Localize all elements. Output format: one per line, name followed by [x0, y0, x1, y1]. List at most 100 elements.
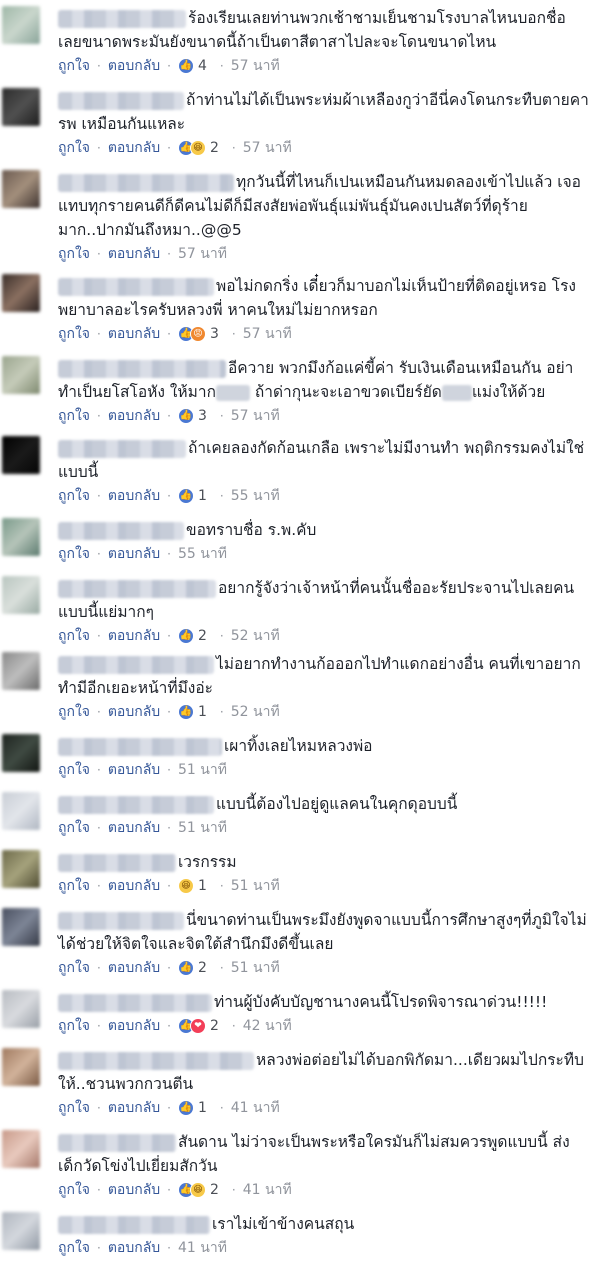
timestamp[interactable]: 52 นาที: [231, 625, 280, 647]
avatar[interactable]: [2, 6, 40, 44]
reply-button[interactable]: ตอบกลับ: [108, 405, 160, 427]
like-button[interactable]: ถูกใจ: [58, 243, 90, 265]
timestamp[interactable]: 57 นาที: [243, 137, 292, 159]
reaction-summary[interactable]: 😆 1: [178, 875, 207, 897]
commenter-name[interactable]: [58, 1133, 176, 1152]
like-button[interactable]: ถูกใจ: [58, 405, 90, 427]
reaction-summary[interactable]: 👍 😆 2: [178, 1179, 219, 1201]
like-button[interactable]: ถูกใจ: [58, 55, 90, 77]
reaction-summary[interactable]: 👍 2: [178, 957, 207, 979]
reply-button[interactable]: ตอบกลับ: [108, 1237, 160, 1259]
avatar[interactable]: [2, 170, 40, 208]
timestamp[interactable]: 41 นาที: [243, 1179, 292, 1201]
avatar[interactable]: [2, 908, 40, 946]
commenter-name[interactable]: [58, 9, 186, 28]
commenter-name[interactable]: [58, 1051, 254, 1070]
reply-button[interactable]: ตอบกลับ: [108, 817, 160, 839]
commenter-name[interactable]: [58, 795, 214, 814]
like-button[interactable]: ถูกใจ: [58, 137, 90, 159]
commenter-name[interactable]: [58, 91, 184, 110]
timestamp[interactable]: 55 นาที: [231, 485, 280, 507]
like-button[interactable]: ถูกใจ: [58, 875, 90, 897]
timestamp[interactable]: 57 นาที: [178, 243, 227, 265]
reaction-summary[interactable]: 👍 😡 3: [178, 323, 219, 345]
like-button[interactable]: ถูกใจ: [58, 701, 90, 723]
reply-button[interactable]: ตอบกลับ: [108, 55, 160, 77]
like-button[interactable]: ถูกใจ: [58, 625, 90, 647]
commenter-name[interactable]: [58, 993, 212, 1012]
like-button[interactable]: ถูกใจ: [58, 323, 90, 345]
reaction-summary[interactable]: 👍 😆 2: [178, 137, 219, 159]
like-button[interactable]: ถูกใจ: [58, 485, 90, 507]
reaction-summary[interactable]: 👍 1: [178, 701, 207, 723]
like-button[interactable]: ถูกใจ: [58, 1179, 90, 1201]
like-button[interactable]: ถูกใจ: [58, 817, 90, 839]
avatar[interactable]: [2, 88, 40, 126]
avatar[interactable]: [2, 576, 40, 614]
reply-button[interactable]: ตอบกลับ: [108, 1179, 160, 1201]
commenter-name[interactable]: [58, 173, 234, 192]
avatar[interactable]: [2, 436, 40, 474]
reply-button[interactable]: ตอบกลับ: [108, 1097, 160, 1119]
timestamp[interactable]: 41 นาที: [231, 1097, 280, 1119]
reply-button[interactable]: ตอบกลับ: [108, 323, 160, 345]
avatar[interactable]: [2, 990, 40, 1028]
timestamp[interactable]: 57 นาที: [231, 405, 280, 427]
timestamp[interactable]: 57 นาที: [231, 55, 280, 77]
reaction-summary[interactable]: 👍 4: [178, 55, 207, 77]
reply-button[interactable]: ตอบกลับ: [108, 543, 160, 565]
comment-text: แบบนี้ต้องไปอยู่ดูแลคนในคุกดุอบบนี้: [58, 792, 589, 816]
avatar[interactable]: [2, 274, 40, 312]
commenter-name[interactable]: [58, 521, 184, 540]
timestamp[interactable]: 55 นาที: [178, 543, 227, 565]
timestamp[interactable]: 51 นาที: [178, 759, 227, 781]
avatar[interactable]: [2, 850, 40, 888]
reaction-summary[interactable]: 👍 2: [178, 625, 207, 647]
reply-button[interactable]: ตอบกลับ: [108, 1015, 160, 1037]
timestamp[interactable]: 42 นาที: [243, 1015, 292, 1037]
avatar[interactable]: [2, 1130, 40, 1168]
commenter-name[interactable]: [58, 277, 214, 296]
comment-text: ท่านผู้บังคับบัญชานางคนนี้โปรดพิจารณาด่ว…: [58, 990, 589, 1014]
timestamp[interactable]: 52 นาที: [231, 701, 280, 723]
reply-button[interactable]: ตอบกลับ: [108, 137, 160, 159]
reply-button[interactable]: ตอบกลับ: [108, 625, 160, 647]
timestamp[interactable]: 41 นาที: [178, 1237, 227, 1259]
reply-button[interactable]: ตอบกลับ: [108, 485, 160, 507]
reaction-summary[interactable]: 👍 ❤ 2: [178, 1015, 219, 1037]
avatar[interactable]: [2, 1212, 40, 1250]
commenter-name[interactable]: [58, 911, 184, 930]
reaction-summary[interactable]: 👍 1: [178, 485, 207, 507]
timestamp[interactable]: 51 นาที: [231, 875, 280, 897]
commenter-name[interactable]: [58, 579, 216, 598]
comment-text: ขอทราบชื่อ ร.พ.คับ: [58, 518, 589, 542]
reply-button[interactable]: ตอบกลับ: [108, 243, 160, 265]
timestamp[interactable]: 51 นาที: [178, 817, 227, 839]
like-button[interactable]: ถูกใจ: [58, 1015, 90, 1037]
avatar[interactable]: [2, 734, 40, 772]
reaction-summary[interactable]: 👍 1: [178, 1097, 207, 1119]
commenter-name[interactable]: [58, 655, 214, 674]
reply-button[interactable]: ตอบกลับ: [108, 875, 160, 897]
reply-button[interactable]: ตอบกลับ: [108, 957, 160, 979]
timestamp[interactable]: 51 นาที: [231, 957, 280, 979]
like-button[interactable]: ถูกใจ: [58, 1097, 90, 1119]
commenter-name[interactable]: [58, 737, 222, 756]
commenter-name[interactable]: [58, 439, 186, 458]
avatar[interactable]: [2, 356, 40, 394]
avatar[interactable]: [2, 1048, 40, 1086]
timestamp[interactable]: 57 นาที: [243, 323, 292, 345]
avatar[interactable]: [2, 792, 40, 830]
avatar[interactable]: [2, 652, 40, 690]
reply-button[interactable]: ตอบกลับ: [108, 701, 160, 723]
reaction-summary[interactable]: 👍 3: [178, 405, 207, 427]
commenter-name[interactable]: [58, 853, 176, 872]
like-button[interactable]: ถูกใจ: [58, 543, 90, 565]
like-button[interactable]: ถูกใจ: [58, 957, 90, 979]
reply-button[interactable]: ตอบกลับ: [108, 759, 160, 781]
avatar[interactable]: [2, 518, 40, 556]
commenter-name[interactable]: [58, 359, 226, 378]
like-button[interactable]: ถูกใจ: [58, 1237, 90, 1259]
like-button[interactable]: ถูกใจ: [58, 759, 90, 781]
commenter-name[interactable]: [58, 1215, 210, 1234]
